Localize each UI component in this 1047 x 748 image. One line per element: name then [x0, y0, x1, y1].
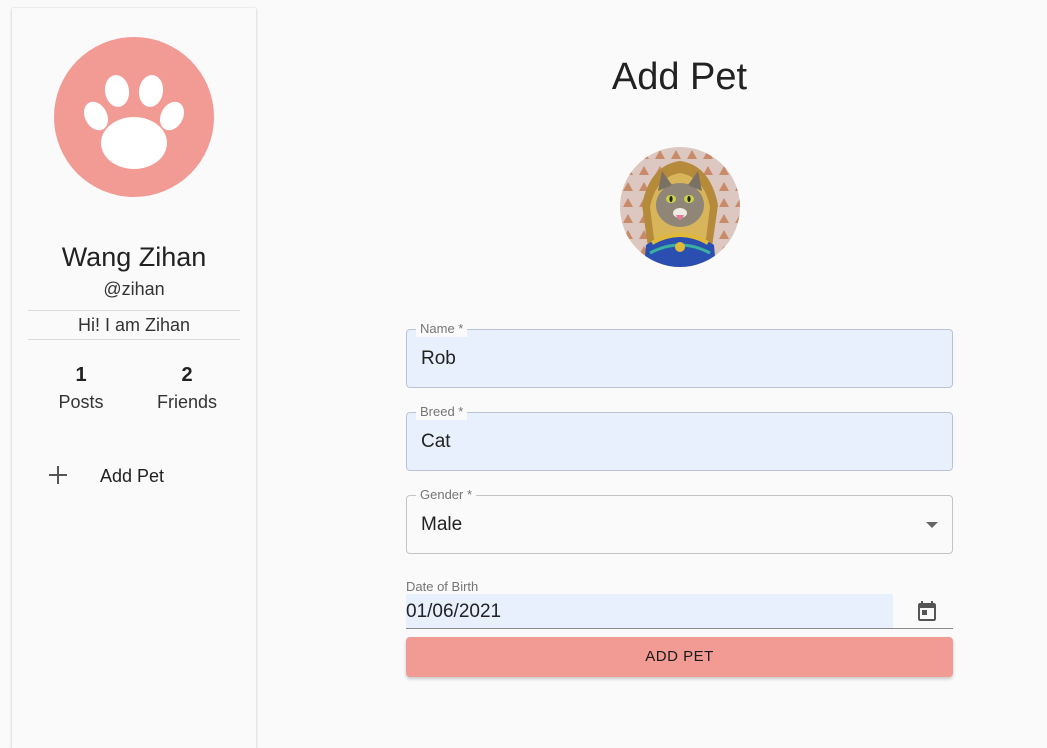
stat-posts-label: Posts [58, 392, 104, 412]
profile-sidebar: Wang Zihan @zihan Hi! I am Zihan 1 Posts… [12, 8, 256, 748]
profile-bio: Hi! I am Zihan [77, 315, 191, 335]
name-field-value[interactable]: Rob [421, 348, 456, 370]
gender-select-value[interactable]: Male [421, 514, 462, 536]
profile-avatar [54, 37, 214, 197]
stat-posts[interactable]: 1 Posts [31, 360, 131, 413]
breed-field-value[interactable]: Cat [421, 431, 451, 453]
sidebar-item-add-pet[interactable]: Add Pet [40, 460, 240, 494]
profile-name: Wang Zihan [61, 242, 207, 272]
pet-photo-cat [620, 147, 740, 267]
chevron-down-icon[interactable] [926, 522, 938, 528]
dob-field-value[interactable]: 01/06/2021 [406, 601, 501, 623]
name-field-label: Name * [416, 321, 468, 337]
plus-icon [49, 466, 67, 484]
divider [28, 310, 240, 311]
gender-select-label: Gender * [416, 487, 477, 503]
dob-field-label: Date of Birth [406, 579, 479, 594]
stat-friends-label: Friends [156, 392, 218, 412]
name-field[interactable]: Name * Rob [406, 321, 953, 388]
breed-field[interactable]: Breed * Cat [406, 404, 953, 471]
sidebar-item-label: Add Pet [100, 466, 165, 486]
calendar-icon[interactable] [915, 599, 939, 623]
dob-field[interactable]: 01/06/2021 [406, 594, 953, 629]
stat-friends-count: 2 [181, 364, 193, 386]
pet-photo[interactable] [620, 147, 740, 267]
dob-input[interactable]: 01/06/2021 [406, 594, 893, 628]
page-title: Add Pet [611, 56, 748, 98]
paw-icon [84, 75, 184, 169]
breed-field-label: Breed * [416, 404, 468, 420]
gender-select[interactable]: Gender * Male [406, 487, 953, 554]
stat-friends[interactable]: 2 Friends [137, 360, 237, 413]
stat-posts-count: 1 [75, 364, 87, 386]
profile-handle: @zihan [103, 279, 165, 299]
add-pet-button[interactable]: ADD PET [406, 637, 953, 677]
divider [28, 339, 240, 340]
